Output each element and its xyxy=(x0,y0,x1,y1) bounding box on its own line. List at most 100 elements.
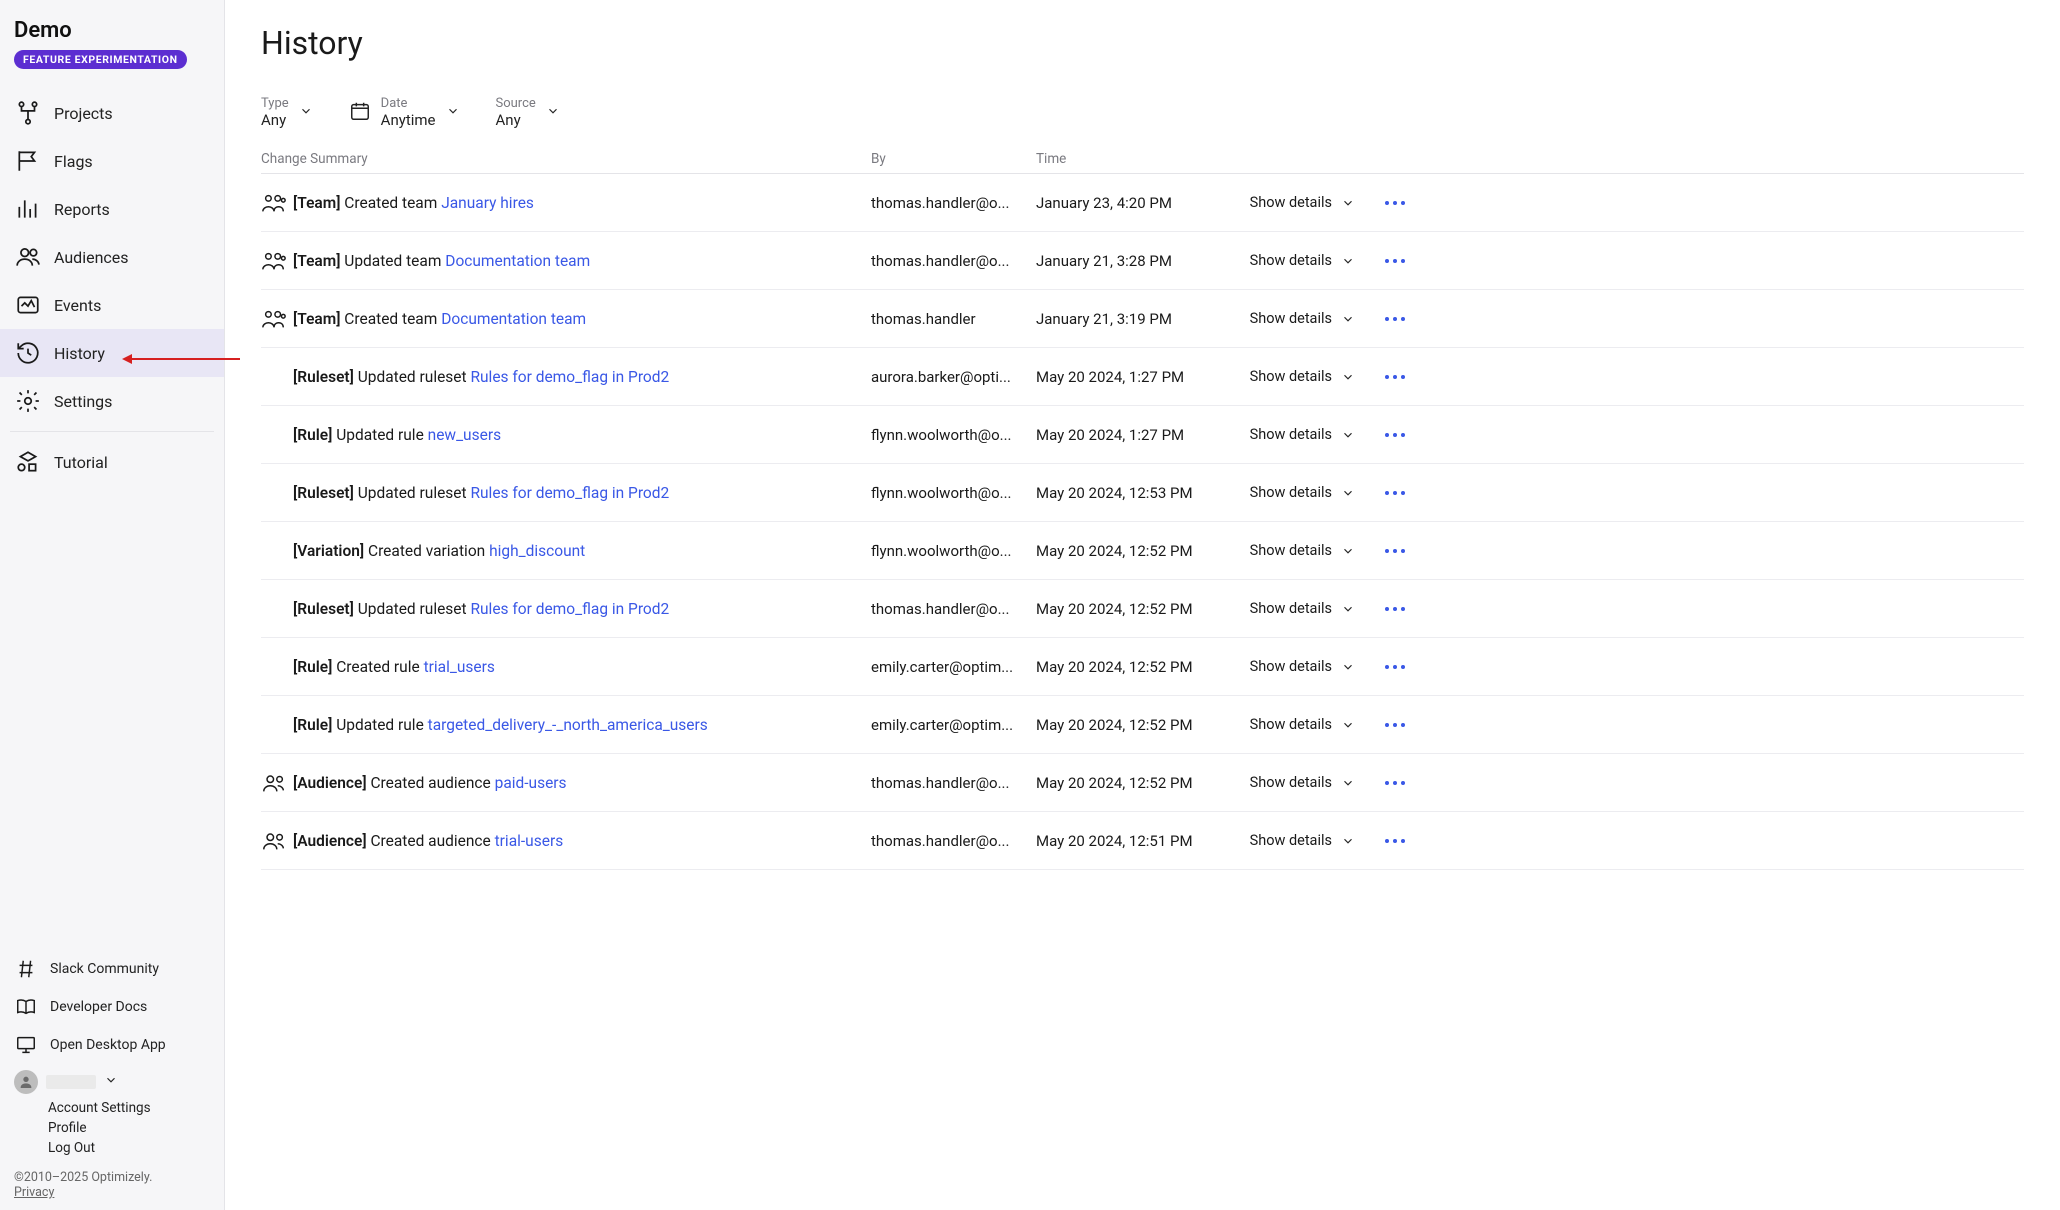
profile-link[interactable]: Profile xyxy=(48,1120,210,1136)
sidebar-item-settings[interactable]: Settings xyxy=(0,377,224,425)
row-menu-button[interactable] xyxy=(1356,200,1406,206)
row-menu-button[interactable] xyxy=(1356,838,1406,844)
row-menu-button[interactable] xyxy=(1356,432,1406,438)
show-details-button[interactable]: Show details xyxy=(1226,368,1356,385)
action-text: Updated rule xyxy=(332,426,427,444)
sidebar-item-slack[interactable]: Slack Community xyxy=(0,950,224,988)
action-text: Updated team xyxy=(340,252,445,270)
entity-link[interactable]: new_users xyxy=(428,426,501,444)
entity-link[interactable]: Documentation team xyxy=(441,310,586,328)
audience-icon xyxy=(261,772,293,794)
table-row: [Rule] Created rule trial_usersemily.car… xyxy=(261,638,2024,696)
show-details-button[interactable]: Show details xyxy=(1226,426,1356,443)
privacy-link[interactable]: Privacy xyxy=(14,1185,210,1200)
brand-title: Demo xyxy=(14,18,210,43)
table-row: [Ruleset] Updated ruleset Rules for demo… xyxy=(261,580,2024,638)
filter-type[interactable]: Type Any xyxy=(261,96,313,129)
entity-tag: [Team] xyxy=(293,252,340,270)
book-icon xyxy=(14,995,38,1019)
entity-link[interactable]: high_discount xyxy=(489,542,585,560)
row-menu-button[interactable] xyxy=(1356,722,1406,728)
user-menu-toggle[interactable] xyxy=(14,1070,210,1094)
by-user: aurora.barker@opti... xyxy=(871,368,1036,386)
sidebar-item-label: Events xyxy=(54,296,101,315)
sidebar-item-label: Projects xyxy=(54,104,113,123)
change-summary: [Team] Updated team Documentation team xyxy=(293,252,871,270)
sidebar-item-audiences[interactable]: Audiences xyxy=(0,233,224,281)
entity-link[interactable]: Rules for demo_flag in Prod2 xyxy=(470,368,669,386)
product-badge: FEATURE EXPERIMENTATION xyxy=(14,50,187,69)
filter-source[interactable]: Source Any xyxy=(496,96,560,129)
entity-link[interactable]: Rules for demo_flag in Prod2 xyxy=(470,600,669,618)
show-details-button[interactable]: Show details xyxy=(1226,542,1356,559)
filter-label: Type xyxy=(261,96,289,111)
entity-tag: [Rule] xyxy=(293,426,332,444)
change-summary: [Rule] Updated rule targeted_delivery_-_… xyxy=(293,716,871,734)
change-summary: [Variation] Created variation high_disco… xyxy=(293,542,871,560)
timestamp: May 20 2024, 12:52 PM xyxy=(1036,542,1226,560)
action-text: Created audience xyxy=(367,832,495,850)
action-text: Created rule xyxy=(332,658,423,676)
desktop-icon xyxy=(14,1033,38,1057)
show-details-button[interactable]: Show details xyxy=(1226,774,1356,791)
sidebar-item-reports[interactable]: Reports xyxy=(0,185,224,233)
show-details-button[interactable]: Show details xyxy=(1226,310,1356,327)
sidebar-item-projects[interactable]: Projects xyxy=(0,89,224,137)
entity-link[interactable]: trial_users xyxy=(424,658,495,676)
entity-link[interactable]: Documentation team xyxy=(445,252,590,270)
table-row: [Team] Created team Documentation teamth… xyxy=(261,290,2024,348)
sidebar-item-flags[interactable]: Flags xyxy=(0,137,224,185)
gear-icon xyxy=(14,387,42,415)
sidebar-item-tutorial[interactable]: Tutorial xyxy=(0,438,224,486)
row-menu-button[interactable] xyxy=(1356,374,1406,380)
row-menu-button[interactable] xyxy=(1356,490,1406,496)
row-menu-button[interactable] xyxy=(1356,780,1406,786)
show-details-label: Show details xyxy=(1250,716,1332,733)
chevron-down-icon xyxy=(1340,660,1356,674)
show-details-button[interactable]: Show details xyxy=(1226,832,1356,849)
entity-link[interactable]: targeted_delivery_-_north_america_users xyxy=(428,716,708,734)
table-row: [Variation] Created variation high_disco… xyxy=(261,522,2024,580)
logout-link[interactable]: Log Out xyxy=(48,1140,210,1156)
action-text: Created team xyxy=(340,194,441,212)
change-summary: [Ruleset] Updated ruleset Rules for demo… xyxy=(293,600,871,618)
chevron-down-icon xyxy=(446,104,460,122)
sidebar-item-history[interactable]: History xyxy=(0,329,224,377)
sidebar-item-label: Open Desktop App xyxy=(50,1037,166,1053)
team-icon xyxy=(261,308,293,330)
table-header: Change Summary By Time xyxy=(261,145,2024,174)
show-details-button[interactable]: Show details xyxy=(1226,600,1356,617)
show-details-button[interactable]: Show details xyxy=(1226,658,1356,675)
filter-date[interactable]: Date Anytime xyxy=(349,96,460,129)
timestamp: May 20 2024, 12:51 PM xyxy=(1036,832,1226,850)
entity-link[interactable]: January hires xyxy=(441,194,534,212)
entity-tag: [Ruleset] xyxy=(293,484,354,502)
sidebar-item-desktop[interactable]: Open Desktop App xyxy=(0,1026,224,1064)
row-menu-button[interactable] xyxy=(1356,664,1406,670)
timestamp: May 20 2024, 12:52 PM xyxy=(1036,716,1226,734)
entity-link[interactable]: paid-users xyxy=(495,774,567,792)
chevron-down-icon xyxy=(1340,718,1356,732)
account-settings-link[interactable]: Account Settings xyxy=(48,1100,210,1116)
chevron-down-icon xyxy=(546,104,560,122)
sidebar-item-docs[interactable]: Developer Docs xyxy=(0,988,224,1026)
show-details-button[interactable]: Show details xyxy=(1226,484,1356,501)
show-details-button[interactable]: Show details xyxy=(1226,194,1356,211)
action-text: Created variation xyxy=(364,542,489,560)
show-details-button[interactable]: Show details xyxy=(1226,252,1356,269)
entity-tag: [Ruleset] xyxy=(293,600,354,618)
entity-tag: [Rule] xyxy=(293,658,332,676)
chevron-down-icon xyxy=(1340,428,1356,442)
row-menu-button[interactable] xyxy=(1356,548,1406,554)
by-user: thomas.handler@o... xyxy=(871,832,1036,850)
row-menu-button[interactable] xyxy=(1356,258,1406,264)
sidebar: Demo FEATURE EXPERIMENTATION Projects Fl… xyxy=(0,0,225,1210)
entity-link[interactable]: Rules for demo_flag in Prod2 xyxy=(470,484,669,502)
row-menu-button[interactable] xyxy=(1356,316,1406,322)
entity-tag: [Audience] xyxy=(293,774,367,792)
row-menu-button[interactable] xyxy=(1356,606,1406,612)
change-summary: [Ruleset] Updated ruleset Rules for demo… xyxy=(293,484,871,502)
entity-link[interactable]: trial-users xyxy=(495,832,564,850)
sidebar-item-events[interactable]: Events xyxy=(0,281,224,329)
show-details-button[interactable]: Show details xyxy=(1226,716,1356,733)
